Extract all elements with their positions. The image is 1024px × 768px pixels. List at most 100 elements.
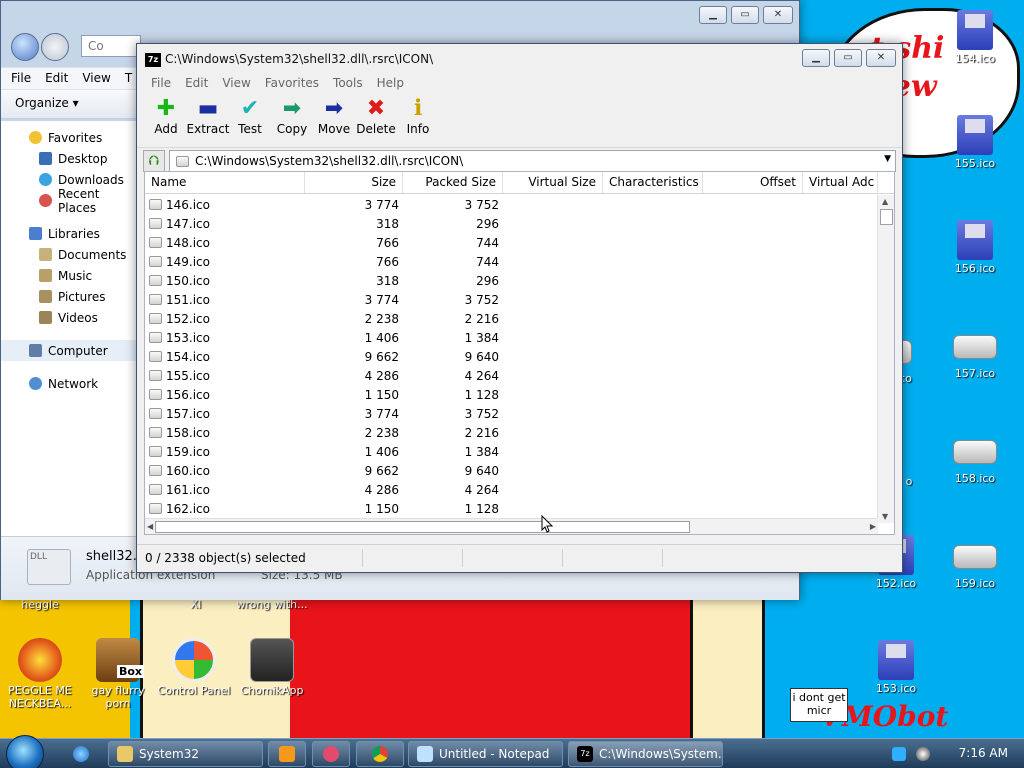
horizontal-scrollbar[interactable]: ◀ ▶ — [145, 518, 878, 534]
desktop-icon-157[interactable]: 157.ico — [935, 325, 1015, 380]
tray-volume-icon[interactable] — [916, 747, 930, 761]
taskbar-chrome-button[interactable] — [356, 741, 404, 767]
start-button[interactable] — [6, 735, 44, 768]
table-row[interactable]: 153.ico 1 406 1 384 — [145, 328, 878, 347]
menu-help[interactable]: Help — [377, 76, 404, 92]
column-characteristics[interactable]: Characteristics — [603, 172, 703, 193]
menu-favorites[interactable]: Favorites — [265, 76, 319, 92]
organize-button[interactable]: Organize ▾ — [15, 96, 79, 110]
desktop-icon-sandbox[interactable]: Box gay flurry porn — [78, 638, 158, 710]
desktop-icon-chomikapp[interactable]: ChomikApp — [232, 638, 312, 697]
column-name[interactable]: Name — [145, 172, 305, 193]
column-packed-size[interactable]: Packed Size — [403, 172, 503, 193]
toolbar-info-button[interactable]: ℹ Info — [397, 96, 439, 145]
toolbar-extract-button[interactable]: ▬ Extract — [187, 96, 230, 145]
desktop-icon-158[interactable]: 158.ico — [935, 430, 1015, 485]
file-list[interactable]: Name Size Packed Size Virtual Size Chara… — [144, 171, 895, 535]
table-row[interactable]: 157.ico 3 774 3 752 — [145, 404, 878, 423]
nav-favorites[interactable]: Favorites — [1, 127, 141, 148]
nav-desktop[interactable]: Desktop — [1, 148, 141, 169]
scroll-down-icon[interactable]: ▼ — [882, 512, 888, 521]
scroll-right-icon[interactable]: ▶ — [870, 522, 876, 531]
table-row[interactable]: 149.ico 766 744 — [145, 252, 878, 271]
desktop-icon-155[interactable]: 155.ico — [935, 115, 1015, 170]
menu-file[interactable]: File — [151, 76, 171, 92]
table-row[interactable]: 146.ico 3 774 3 752 — [145, 195, 878, 214]
column-size[interactable]: Size — [305, 172, 403, 193]
table-row[interactable]: 152.ico 2 238 2 216 — [145, 309, 878, 328]
taskbar-task-notepad[interactable]: Untitled - Notepad — [408, 741, 563, 767]
maximize-button[interactable]: ▭ — [731, 6, 759, 24]
scroll-left-icon[interactable]: ◀ — [147, 522, 153, 531]
desktop-icon-peggle[interactable]: PEGGLE ME NECKBEA... — [0, 638, 80, 710]
maximize-button[interactable]: ▭ — [834, 49, 862, 67]
desktop-icon-154[interactable]: 154.ico — [935, 10, 1015, 65]
table-row[interactable]: 155.ico 4 286 4 264 — [145, 366, 878, 385]
column-offset[interactable]: Offset — [703, 172, 803, 193]
vertical-scrollbar[interactable]: ▲ ▼ — [877, 195, 894, 523]
column-virtual-size[interactable]: Virtual Size — [503, 172, 603, 193]
menu-file[interactable]: File — [11, 71, 31, 86]
table-row[interactable]: 158.ico 2 238 2 216 — [145, 423, 878, 442]
taskbar-task-sevenzip[interactable]: 7z C:\Windows\System... — [568, 741, 723, 767]
menu-tools[interactable]: Tools — [333, 76, 363, 92]
nav-music[interactable]: Music — [1, 265, 141, 286]
table-row[interactable]: 156.ico 1 150 1 128 — [145, 385, 878, 404]
taskbar-media-button[interactable] — [268, 741, 306, 767]
toolbar-delete-button[interactable]: ✖ Delete — [355, 96, 397, 145]
taskbar-task-system32[interactable]: System32 — [108, 741, 263, 767]
table-row[interactable]: 151.ico 3 774 3 752 — [145, 290, 878, 309]
up-folder-button[interactable]: ⮉ — [143, 150, 165, 172]
scroll-up-icon[interactable]: ▲ — [882, 197, 888, 206]
table-row[interactable]: 162.ico 1 150 1 128 — [145, 499, 878, 518]
table-row[interactable]: 154.ico 9 662 9 640 — [145, 347, 878, 366]
column-virtual-address[interactable]: Virtual Adc — [803, 172, 878, 193]
horizontal-scroll-thumb[interactable] — [155, 521, 690, 533]
table-row[interactable]: 148.ico 766 744 — [145, 233, 878, 252]
sevenzip-window[interactable]: 7z C:\Windows\System32\shell32.dll\.rsrc… — [136, 43, 903, 573]
explorer-window-controls: ▁ ▭ ✕ — [699, 6, 793, 24]
nav-documents[interactable]: Documents — [1, 244, 141, 265]
taskbar-ie-button[interactable] — [62, 741, 100, 767]
close-button[interactable]: ✕ — [866, 49, 896, 67]
sevenzip-address-bar[interactable]: C:\Windows\System32\shell32.dll\.rsrc\IC… — [169, 150, 896, 172]
explorer-address-bar[interactable]: Co — [81, 35, 141, 57]
nav-computer[interactable]: Computer — [1, 340, 141, 361]
taskbar-clock[interactable]: 7:16 AM — [959, 746, 1008, 760]
table-row[interactable]: 150.ico 318 296 — [145, 271, 878, 290]
nav-recent-places[interactable]: Recent Places — [1, 187, 141, 215]
menu-tools[interactable]: T — [125, 71, 132, 86]
chevron-down-icon[interactable]: ▼ — [884, 154, 891, 164]
menu-edit[interactable]: Edit — [185, 76, 208, 92]
explorer-titlebar[interactable]: ▁ ▭ ✕ — [1, 1, 799, 29]
minimize-button[interactable]: ▁ — [699, 6, 727, 24]
toolbar-test-button[interactable]: ✔ Test — [229, 96, 271, 145]
menu-edit[interactable]: Edit — [45, 71, 68, 86]
back-button[interactable] — [11, 33, 39, 61]
nav-libraries[interactable]: Libraries — [1, 223, 141, 244]
menu-view[interactable]: View — [222, 76, 250, 92]
menu-view[interactable]: View — [82, 71, 110, 86]
toolbar-copy-button[interactable]: ➡ Copy — [271, 96, 313, 145]
desktop-sticky-note[interactable]: i dont get micr — [790, 688, 848, 722]
nav-videos[interactable]: Videos — [1, 307, 141, 328]
table-row[interactable]: 159.ico 1 406 1 384 — [145, 442, 878, 461]
toolbar-move-button[interactable]: ➡ Move — [313, 96, 355, 145]
forward-button[interactable] — [41, 33, 69, 61]
desktop-icon-control-panel[interactable]: Control Panel — [154, 638, 234, 697]
nav-network[interactable]: Network — [1, 373, 141, 394]
table-row[interactable]: 161.ico 4 286 4 264 — [145, 480, 878, 499]
taskbar-app-button[interactable] — [312, 741, 350, 767]
nav-pictures[interactable]: Pictures — [1, 286, 141, 307]
close-button[interactable]: ✕ — [763, 6, 793, 24]
desktop-icon-156[interactable]: 156.ico — [935, 220, 1015, 275]
desktop-icon-159[interactable]: 159.ico — [935, 535, 1015, 590]
desktop-icon-153[interactable]: 153.ico — [856, 640, 936, 695]
minimize-button[interactable]: ▁ — [802, 49, 830, 67]
vertical-scroll-thumb[interactable] — [880, 209, 893, 225]
table-row[interactable]: 147.ico 318 296 — [145, 214, 878, 233]
toolbar-add-button[interactable]: ✚ Add — [145, 96, 187, 145]
tray-network-icon[interactable] — [892, 747, 906, 761]
sevenzip-titlebar[interactable]: 7z C:\Windows\System32\shell32.dll\.rsrc… — [137, 44, 902, 74]
table-row[interactable]: 160.ico 9 662 9 640 — [145, 461, 878, 480]
